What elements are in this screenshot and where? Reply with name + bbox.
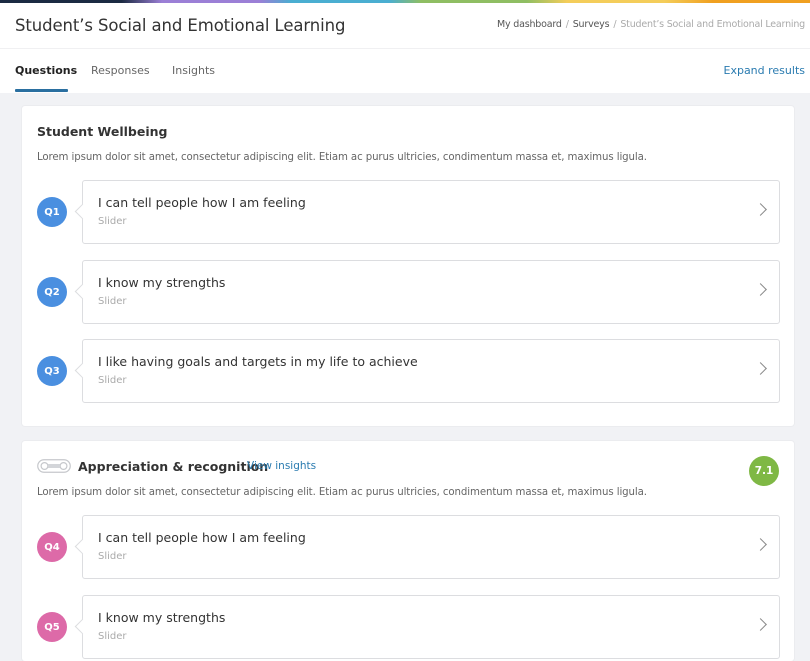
breadcrumb-current: Student’s Social and Emotional Learning bbox=[620, 19, 805, 30]
question-type: Slider bbox=[98, 216, 127, 227]
tab-responses[interactable]: Responses bbox=[91, 64, 150, 77]
question-card[interactable]: I know my strengths Slider bbox=[82, 260, 780, 324]
breadcrumb-separator: / bbox=[565, 19, 569, 30]
question-text: I like having goals and targets in my li… bbox=[98, 354, 418, 369]
tab-questions[interactable]: Questions bbox=[15, 64, 77, 77]
tab-insights[interactable]: Insights bbox=[172, 64, 215, 77]
breadcrumb-my-dashboard[interactable]: My dashboard bbox=[497, 19, 562, 30]
section-description: Lorem ipsum dolor sit amet, consectetur … bbox=[37, 152, 647, 163]
question-text: I can tell people how I am feeling bbox=[98, 195, 306, 210]
question-row: Q5 I know my strengths Slider bbox=[22, 595, 794, 659]
question-row: Q1 I can tell people how I am feeling Sl… bbox=[22, 180, 794, 244]
chevron-right-icon[interactable] bbox=[754, 618, 767, 631]
tab-bar: Questions Responses Insights Expand resu… bbox=[0, 49, 810, 93]
chevron-right-icon[interactable] bbox=[754, 362, 767, 375]
question-row: Q2 I know my strengths Slider bbox=[22, 260, 794, 324]
score-badge: 7.1 bbox=[749, 456, 779, 486]
question-type: Slider bbox=[98, 375, 127, 386]
question-text: I can tell people how I am feeling bbox=[98, 530, 306, 545]
breadcrumb-separator: / bbox=[613, 19, 617, 30]
expand-results-link[interactable]: Expand results bbox=[724, 64, 806, 77]
question-card[interactable]: I like having goals and targets in my li… bbox=[82, 339, 780, 403]
question-text: I know my strengths bbox=[98, 610, 226, 625]
chevron-right-icon[interactable] bbox=[754, 283, 767, 296]
section-appreciation-recognition: Appreciation & recognition View insights… bbox=[22, 441, 794, 661]
question-number-badge: Q3 bbox=[37, 356, 67, 386]
question-row: Q3 I like having goals and targets in my… bbox=[22, 339, 794, 403]
question-row: Q4 I can tell people how I am feeling Sl… bbox=[22, 515, 794, 579]
section-description: Lorem ipsum dolor sit amet, consectetur … bbox=[37, 487, 647, 498]
question-card[interactable]: I know my strengths Slider bbox=[82, 595, 780, 659]
question-type: Slider bbox=[98, 296, 127, 307]
view-insights-link[interactable]: View insights bbox=[247, 460, 316, 472]
chevron-right-icon[interactable] bbox=[754, 203, 767, 216]
section-student-wellbeing: Student Wellbeing Lorem ipsum dolor sit … bbox=[22, 106, 794, 426]
breadcrumb: My dashboard / Surveys / Student’s Social an… bbox=[497, 19, 805, 30]
breadcrumb-surveys[interactable]: Surveys bbox=[573, 19, 610, 30]
page-title: Student’s Social and Emotional Learning bbox=[15, 16, 346, 35]
section-title: Appreciation & recognition bbox=[78, 459, 269, 474]
active-tab-indicator bbox=[15, 89, 68, 92]
chevron-right-icon[interactable] bbox=[754, 538, 767, 551]
page-header: Student’s Social and Emotional Learning … bbox=[0, 3, 810, 49]
cassette-icon bbox=[37, 459, 71, 473]
question-card[interactable]: I can tell people how I am feeling Slide… bbox=[82, 515, 780, 579]
question-number-badge: Q1 bbox=[37, 197, 67, 227]
question-text: I know my strengths bbox=[98, 275, 226, 290]
question-number-badge: Q2 bbox=[37, 277, 67, 307]
question-card[interactable]: I can tell people how I am feeling Slide… bbox=[82, 180, 780, 244]
section-title: Student Wellbeing bbox=[37, 124, 168, 139]
question-type: Slider bbox=[98, 551, 127, 562]
question-type: Slider bbox=[98, 631, 127, 642]
question-number-badge: Q4 bbox=[37, 532, 67, 562]
